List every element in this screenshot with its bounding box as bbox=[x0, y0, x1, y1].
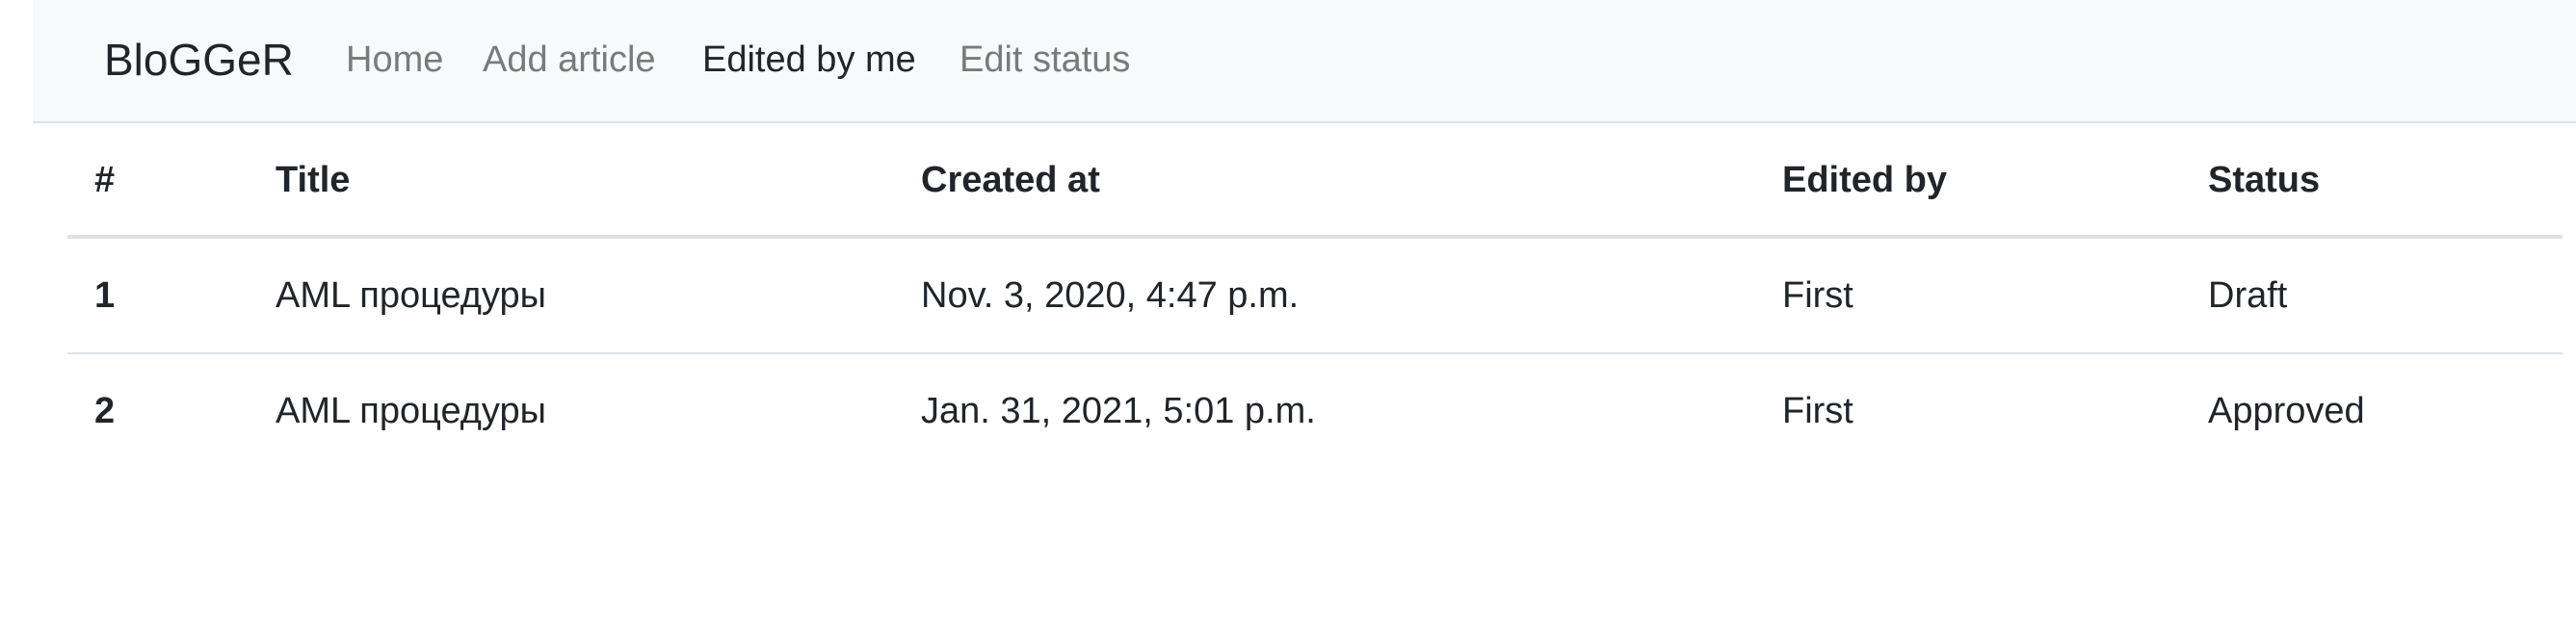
navbar: BloGGeR Home Add article Edited by me Ed… bbox=[33, 0, 2576, 123]
brand-logo[interactable]: BloGGeR bbox=[104, 31, 294, 89]
row-title: AML процедуры bbox=[276, 390, 546, 431]
row-number: 1 bbox=[67, 237, 249, 354]
table-body: 1 AML процедуры Nov. 3, 2020, 4:47 p.m. … bbox=[67, 237, 2563, 468]
row-edited-by: First bbox=[1782, 390, 1853, 431]
column-header-number: # bbox=[67, 125, 249, 239]
row-status: Approved bbox=[2208, 390, 2365, 431]
nav-link-edit-status[interactable]: Edit status bbox=[959, 35, 1130, 85]
row-created-at: Jan. 31, 2021, 5:01 p.m. bbox=[921, 390, 1316, 431]
row-created-at: Nov. 3, 2020, 4:47 p.m. bbox=[894, 237, 1755, 354]
row-title: AML процедуры bbox=[249, 237, 894, 354]
column-header-status: Status bbox=[2181, 125, 2563, 239]
nav-link-edited-by-me[interactable]: Edited by me bbox=[702, 35, 916, 85]
nav-link-home[interactable]: Home bbox=[346, 35, 443, 85]
table-row: 2 AML процедуры Jan. 31, 2021, 5:01 p.m.… bbox=[67, 353, 2563, 468]
table-header: # Title Created at Edited by Status bbox=[67, 125, 2563, 239]
nav-link-add-article[interactable]: Add article bbox=[483, 35, 656, 85]
row-edited-by: First bbox=[1755, 237, 2181, 354]
column-header-title: Title bbox=[249, 125, 894, 239]
column-header-created-at: Created at bbox=[894, 125, 1755, 239]
table-header-row: # Title Created at Edited by Status bbox=[67, 125, 2563, 239]
table-row: 1 AML процедуры Nov. 3, 2020, 4:47 p.m. … bbox=[67, 237, 2563, 354]
row-status: Draft bbox=[2181, 237, 2563, 354]
articles-table: # Title Created at Edited by Status 1 AM… bbox=[67, 125, 2563, 468]
column-header-edited-by: Edited by bbox=[1755, 125, 2181, 239]
row-number: 2 bbox=[94, 390, 116, 431]
